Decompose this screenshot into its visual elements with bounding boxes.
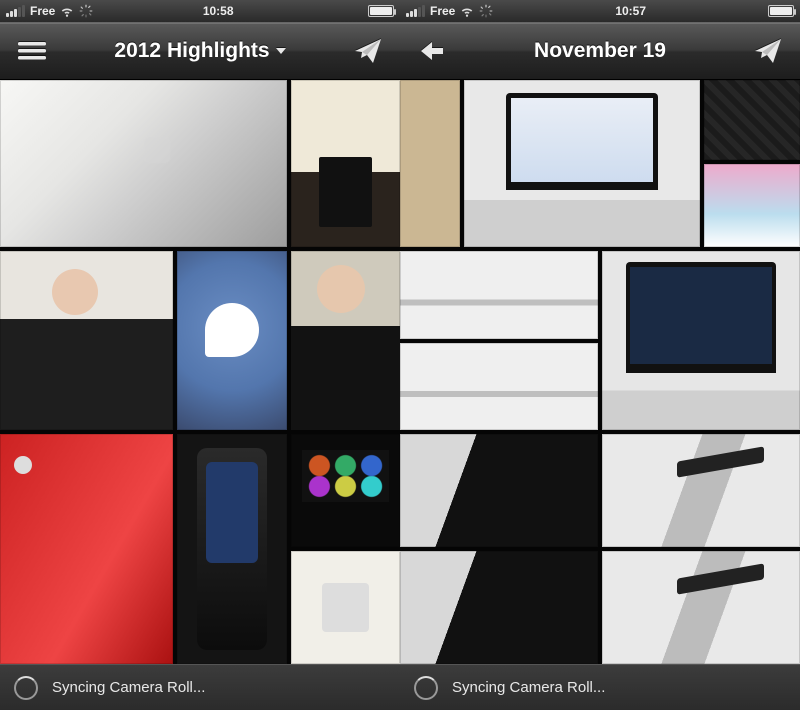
- nav-title: November 19: [456, 39, 744, 63]
- hamburger-icon: [18, 40, 46, 62]
- chevron-down-icon: [276, 48, 286, 54]
- carrier-label: Free: [30, 4, 55, 18]
- photo-thumbnail[interactable]: [602, 551, 800, 664]
- sync-spinner-icon: [14, 676, 38, 700]
- photo-thumbnail[interactable]: [291, 551, 400, 664]
- photo-grid[interactable]: [400, 80, 800, 664]
- photo-thumbnail[interactable]: [0, 434, 173, 664]
- photo-thumbnail[interactable]: [400, 251, 598, 339]
- photo-thumbnail[interactable]: [0, 80, 287, 247]
- nav-bar: November 19: [400, 22, 800, 80]
- carrier-label: Free: [430, 4, 455, 18]
- sync-status-label: Syncing Camera Roll...: [52, 679, 205, 696]
- photo-grid[interactable]: [0, 80, 400, 664]
- battery-icon: [768, 5, 794, 17]
- share-button[interactable]: [749, 32, 787, 70]
- photo-thumbnail[interactable]: [291, 434, 400, 547]
- photo-thumbnail[interactable]: [602, 434, 800, 547]
- sync-status-bar: Syncing Camera Roll...: [400, 664, 800, 710]
- paper-plane-icon: [753, 36, 783, 66]
- status-time: 10:58: [203, 4, 234, 18]
- status-time: 10:57: [615, 4, 646, 18]
- photo-thumbnail[interactable]: [177, 251, 287, 430]
- photo-thumbnail[interactable]: [0, 251, 173, 430]
- wifi-icon: [60, 4, 74, 18]
- photo-thumbnail[interactable]: [602, 251, 800, 430]
- menu-button[interactable]: [13, 32, 51, 70]
- activity-spinner-icon: [479, 4, 493, 18]
- photo-thumbnail[interactable]: [400, 343, 598, 430]
- share-button[interactable]: [349, 32, 387, 70]
- signal-icon: [406, 5, 425, 17]
- nav-title-button[interactable]: 2012 Highlights: [56, 39, 344, 63]
- nav-bar: 2012 Highlights: [0, 22, 400, 80]
- activity-spinner-icon: [79, 4, 93, 18]
- photo-thumbnail[interactable]: [704, 164, 800, 247]
- sync-status-bar: Syncing Camera Roll...: [0, 664, 400, 710]
- nav-title-label: November 19: [534, 39, 666, 63]
- photo-thumbnail[interactable]: [704, 80, 800, 160]
- sync-spinner-icon: [414, 676, 438, 700]
- battery-icon: [368, 5, 394, 17]
- status-bar: Free 10:57: [400, 0, 800, 22]
- photo-thumbnail[interactable]: [400, 434, 598, 547]
- photo-thumbnail[interactable]: [464, 80, 700, 247]
- photo-thumbnail[interactable]: [291, 80, 400, 247]
- sync-status-label: Syncing Camera Roll...: [452, 679, 605, 696]
- nav-title-label: 2012 Highlights: [114, 39, 269, 63]
- paper-plane-icon: [353, 36, 383, 66]
- signal-icon: [6, 5, 25, 17]
- phone-left: Free 10:58 2012 Highlights: [0, 0, 400, 710]
- back-arrow-icon: [418, 39, 446, 63]
- photo-thumbnail[interactable]: [400, 551, 598, 664]
- photo-thumbnail[interactable]: [177, 434, 287, 664]
- phone-right: Free 10:57 November 19: [400, 0, 800, 710]
- wifi-icon: [460, 4, 474, 18]
- back-button[interactable]: [413, 32, 451, 70]
- photo-thumbnail[interactable]: [400, 80, 460, 247]
- photo-thumbnail[interactable]: [291, 251, 400, 430]
- status-bar: Free 10:58: [0, 0, 400, 22]
